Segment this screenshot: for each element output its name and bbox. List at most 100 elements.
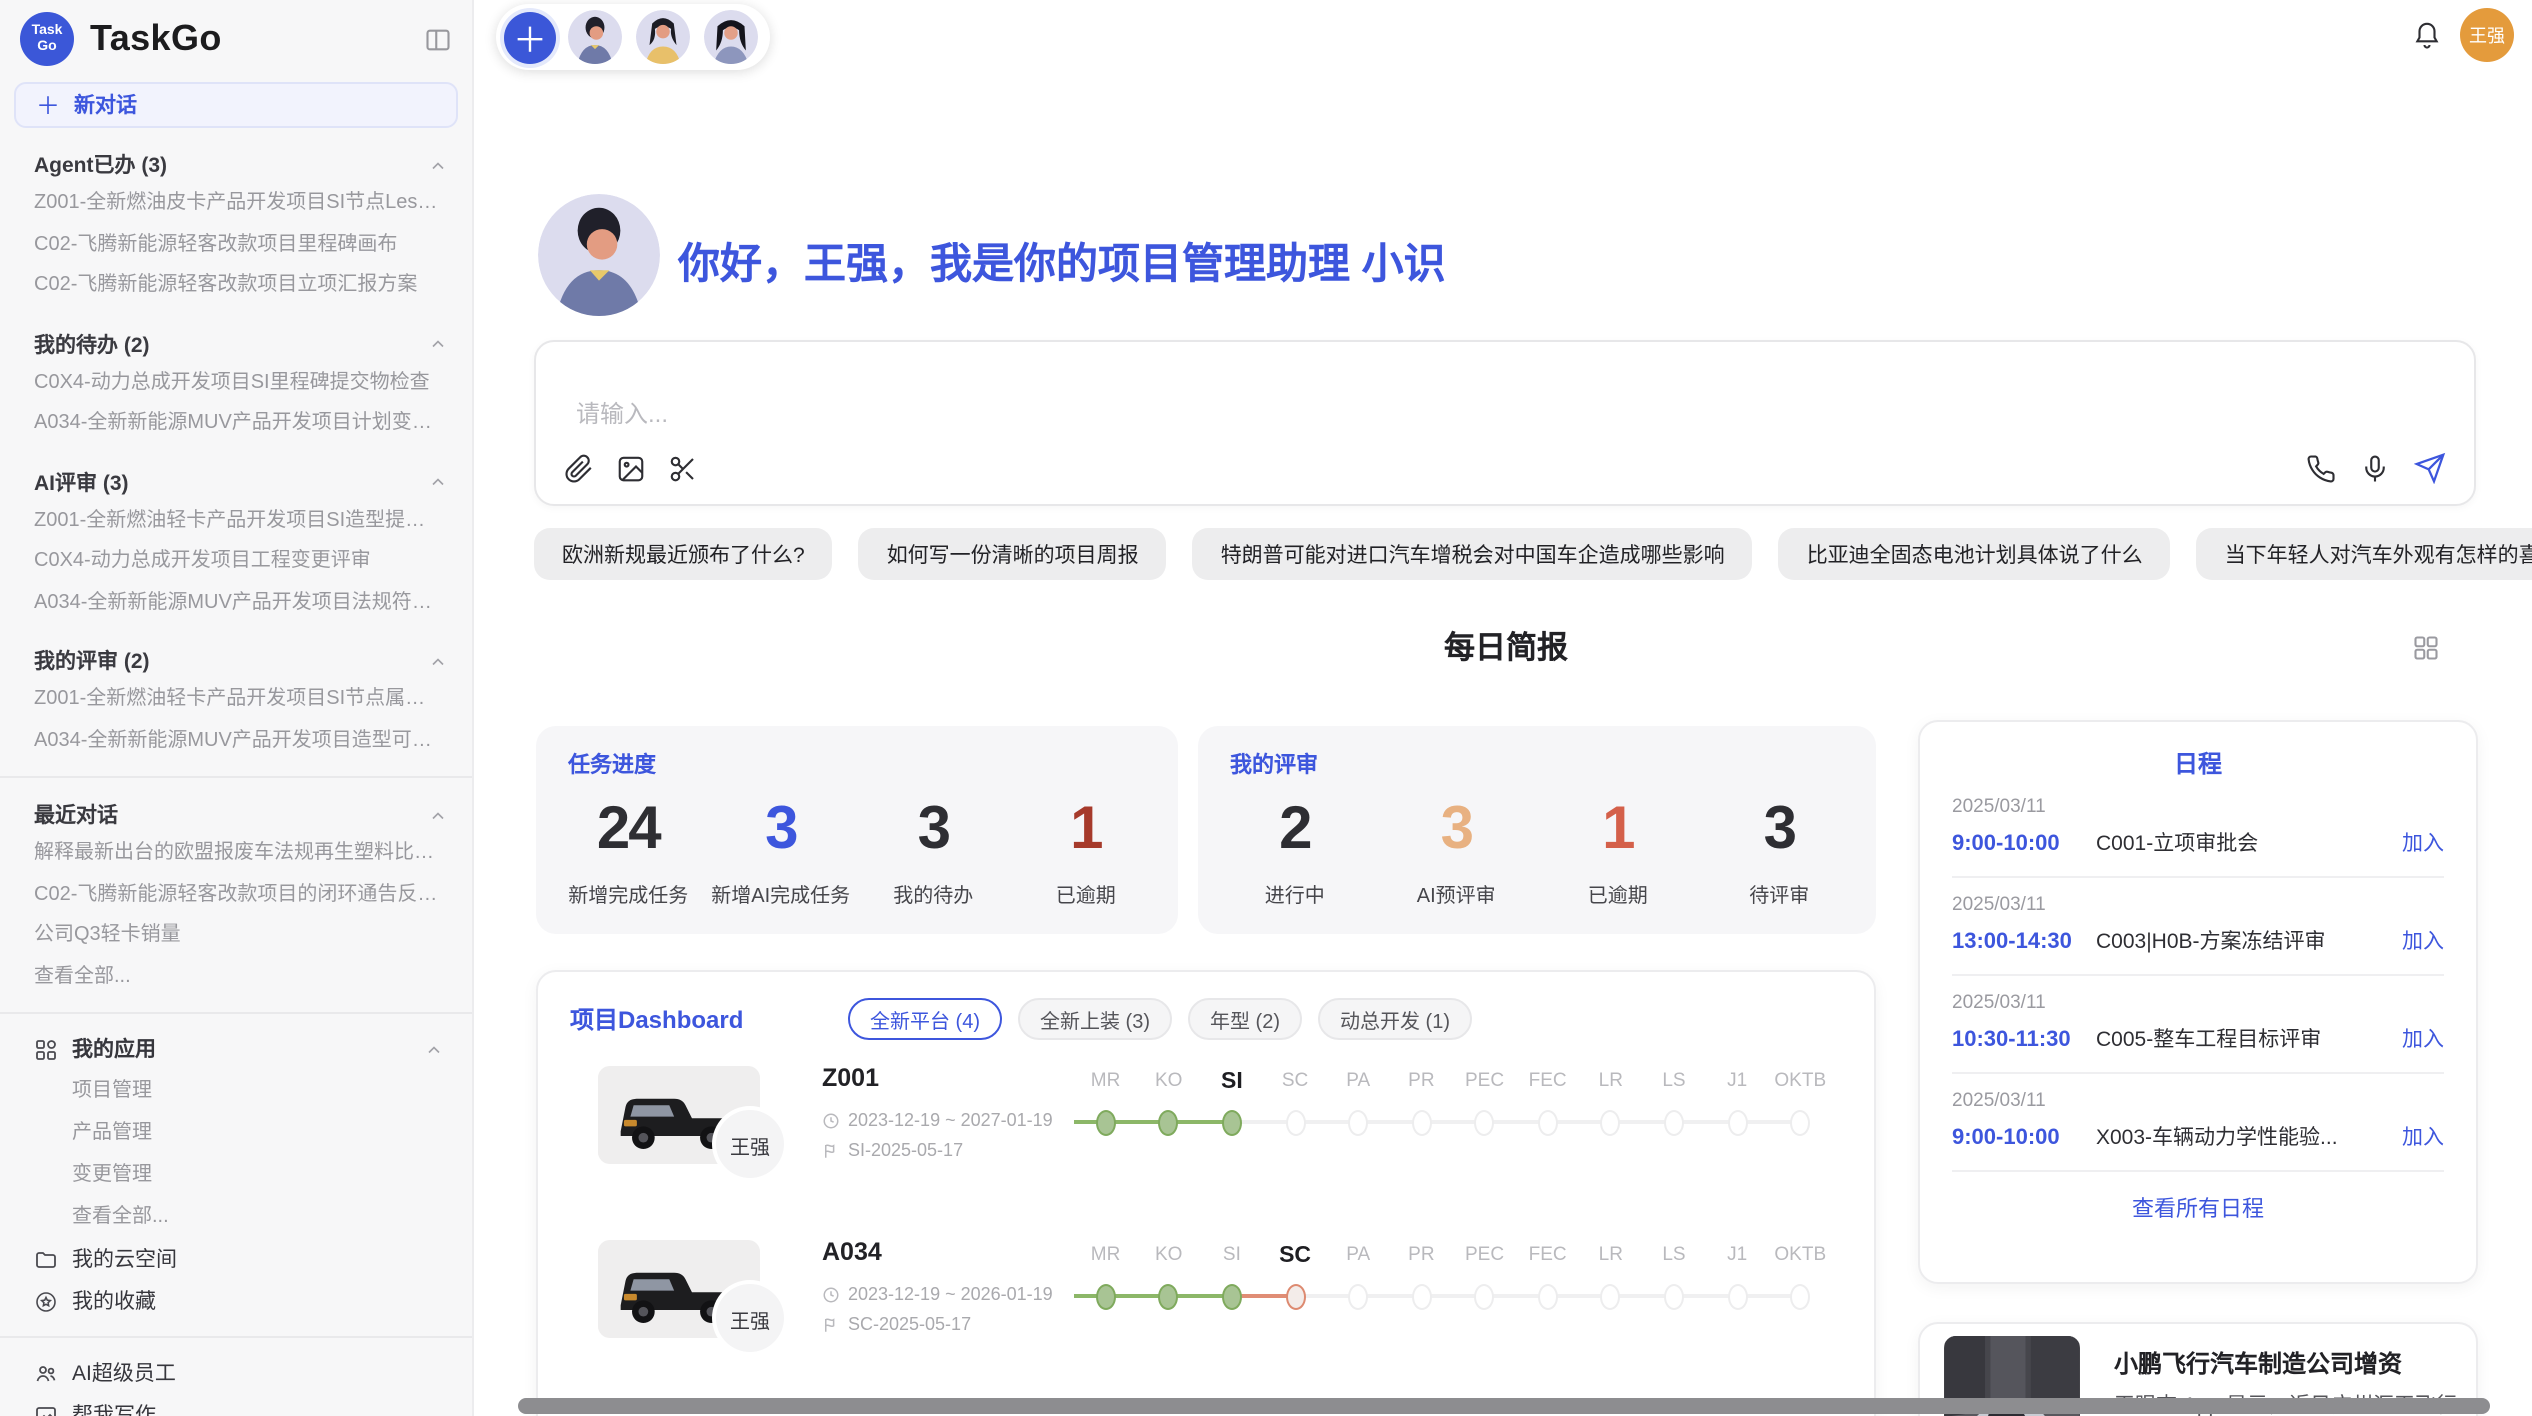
suggestion-chip[interactable]: 欧洲新规最近颁布了什么?: [534, 528, 833, 580]
join-link[interactable]: 加入: [2402, 1024, 2444, 1054]
sidebar-item-change-mgmt[interactable]: 变更管理: [0, 1154, 472, 1196]
list-item[interactable]: C0X4-动力总成开发项目SI里程碑提交物检查: [0, 363, 472, 404]
view-all-chats[interactable]: 查看全部...: [0, 957, 472, 998]
view-all-apps[interactable]: 查看全部...: [0, 1196, 472, 1238]
list-item[interactable]: C02-飞腾新能源轻客改款项目的闭环通告反馈情况: [0, 875, 472, 916]
milestone-label: SI: [1200, 1242, 1263, 1270]
stat-value: 3: [857, 798, 1010, 862]
chat-input[interactable]: [572, 398, 1980, 430]
milestone-label: PR: [1390, 1068, 1453, 1096]
filter-chip-powertrain[interactable]: 动总开发 (1): [1318, 998, 1472, 1040]
view-all-schedule-link[interactable]: 查看所有日程: [1920, 1192, 2476, 1224]
section-recent-chats[interactable]: 最近对话: [34, 800, 448, 830]
section-agent-done[interactable]: Agent已办 (3): [34, 150, 448, 180]
sidebar-item-my-apps[interactable]: 我的应用: [0, 1028, 472, 1070]
list-item[interactable]: 解释最新出台的欧盟报废车法规再生塑料比例被调至15%...: [0, 834, 472, 875]
project-row[interactable]: 王强 A034 2023-12-19 ~ 2026-01-19 SC-2025-…: [538, 1230, 1874, 1388]
avatar[interactable]: [636, 10, 690, 64]
milestone-label: LS: [1642, 1242, 1705, 1270]
chevron-up-icon[interactable]: [424, 1039, 444, 1059]
list-item[interactable]: A034-全新新能源MUV产品开发项目法规符合性评审: [0, 583, 472, 624]
sidebar-item-product-mgmt[interactable]: 产品管理: [0, 1112, 472, 1154]
send-icon[interactable]: [2414, 452, 2446, 484]
milestone-dot: [1411, 1283, 1431, 1309]
milestone-dot: [1475, 1283, 1495, 1309]
stat-value: 24: [552, 798, 705, 862]
suggestion-chips: 欧洲新规最近颁布了什么? 如何写一份清晰的项目周报 特朗普可能对进口汽车增税会对…: [534, 528, 2484, 580]
section-title: 最近对话: [34, 800, 118, 830]
microphone-icon[interactable]: [2360, 453, 2390, 483]
suggestion-chip[interactable]: 特朗普可能对进口汽车增税会对中国车企造成哪些影响: [1193, 528, 1753, 580]
join-link[interactable]: 加入: [2402, 828, 2444, 858]
horizontal-scrollbar[interactable]: [518, 1398, 2490, 1414]
milestone-label: PA: [1327, 1242, 1390, 1270]
list-item[interactable]: C0X4-动力总成开发项目工程变更评审: [0, 542, 472, 583]
sidebar-collapse-icon[interactable]: [424, 25, 452, 53]
sidebar-item-cloud-space[interactable]: 我的云空间: [0, 1238, 472, 1280]
chevron-up-icon[interactable]: [428, 334, 448, 354]
sidebar-item-ai-employee[interactable]: AI超级员工: [0, 1352, 472, 1394]
filter-chip-year[interactable]: 年型 (2): [1188, 998, 1302, 1040]
project-owner-badge: 王强: [716, 1110, 784, 1178]
avatar[interactable]: [568, 10, 622, 64]
list-item[interactable]: A034-全新新能源MUV产品开发项目造型可行性评审: [0, 721, 472, 762]
suggestion-chip[interactable]: 当下年轻人对汽车外观有怎样的喜好趋势: [2197, 528, 2532, 580]
image-doc-icon: [34, 1403, 58, 1416]
star-badge-icon: [34, 1289, 58, 1313]
section-my-review[interactable]: 我的评审 (2): [34, 646, 448, 676]
join-link[interactable]: 加入: [2402, 926, 2444, 956]
milestone-label: PEC: [1453, 1068, 1516, 1096]
list-item[interactable]: A034-全新新能源MUV产品开发项目计划变更表编写: [0, 404, 472, 445]
filter-chip-platform[interactable]: 全新平台 (4): [848, 998, 1002, 1040]
logo-text-2: Go: [37, 39, 56, 54]
chevron-up-icon[interactable]: [428, 651, 448, 671]
list-item[interactable]: Z001-全新燃油轻卡产品开发项目SI造型提交物评审: [0, 501, 472, 542]
suggestion-chip[interactable]: 比亚迪全固态电池计划具体说了什么: [1779, 528, 2171, 580]
avatar[interactable]: [704, 10, 758, 64]
sidebar-item-favorites[interactable]: 我的收藏: [0, 1280, 472, 1322]
schedule-title: 日程: [1920, 746, 2476, 780]
list-item[interactable]: C02-飞腾新能源轻客改款项目立项汇报方案: [0, 266, 472, 307]
list-item[interactable]: C02-飞腾新能源轻客改款项目里程碑画布: [0, 225, 472, 266]
stat-label: 已逾期: [1010, 878, 1163, 908]
new-chat-button[interactable]: ＋ 新对话: [14, 82, 458, 128]
filter-chip-body[interactable]: 全新上装 (3): [1018, 998, 1172, 1040]
layout-grid-icon[interactable]: [2412, 634, 2440, 662]
section-title: AI评审 (3): [34, 467, 129, 497]
add-conversation-button[interactable]: ＋: [504, 11, 556, 63]
chevron-up-icon[interactable]: [428, 155, 448, 175]
scissors-icon[interactable]: [668, 454, 698, 484]
schedule-name: C001-立项审批会: [2096, 828, 2402, 858]
section-my-todo[interactable]: 我的待办 (2): [34, 329, 448, 359]
notification-bell-icon[interactable]: [2412, 20, 2442, 50]
schedule-time: 9:00-10:00: [1952, 831, 2096, 855]
milestone-dot: [1475, 1109, 1495, 1135]
flag-icon: [822, 1141, 840, 1159]
milestone-dot: [1790, 1283, 1810, 1309]
sidebar-item-label: AI超级员工: [72, 1358, 176, 1388]
chat-input-card: [534, 340, 2476, 506]
milestone-label-current: SI: [1200, 1068, 1263, 1096]
list-item[interactable]: Z001-全新燃油皮卡产品开发项目SI节点Lesson Learn报告: [0, 184, 472, 225]
suggestion-chip[interactable]: 如何写一份清晰的项目周报: [859, 528, 1167, 580]
user-initials: 王强: [2469, 22, 2505, 48]
join-link[interactable]: 加入: [2402, 1122, 2444, 1152]
section-title: Agent已办 (3): [34, 150, 167, 180]
section-ai-review[interactable]: AI评审 (3): [34, 467, 448, 497]
milestone-dot: [1790, 1109, 1810, 1135]
sidebar-item-project-mgmt[interactable]: 项目管理: [0, 1070, 472, 1112]
flag-icon: [822, 1315, 840, 1333]
sidebar-item-help-write[interactable]: 帮我写作: [0, 1394, 472, 1416]
list-item[interactable]: Z001-全新燃油轻卡产品开发项目SI节点属性5D文件评审: [0, 680, 472, 721]
list-item[interactable]: 公司Q3轻卡销量: [0, 916, 472, 957]
milestone-dot: [1159, 1109, 1179, 1135]
chevron-up-icon[interactable]: [428, 472, 448, 492]
stat-value: 2: [1214, 798, 1376, 862]
image-upload-icon[interactable]: [616, 454, 646, 484]
chevron-up-icon[interactable]: [428, 805, 448, 825]
attachment-icon[interactable]: [564, 454, 594, 484]
user-avatar[interactable]: 王强: [2460, 8, 2514, 62]
voice-call-icon[interactable]: [2306, 453, 2336, 483]
project-row[interactable]: 王强 Z001 2023-12-19 ~ 2027-01-19 SI-2025-…: [538, 1056, 1874, 1214]
stat-label: 待评审: [1699, 878, 1861, 908]
